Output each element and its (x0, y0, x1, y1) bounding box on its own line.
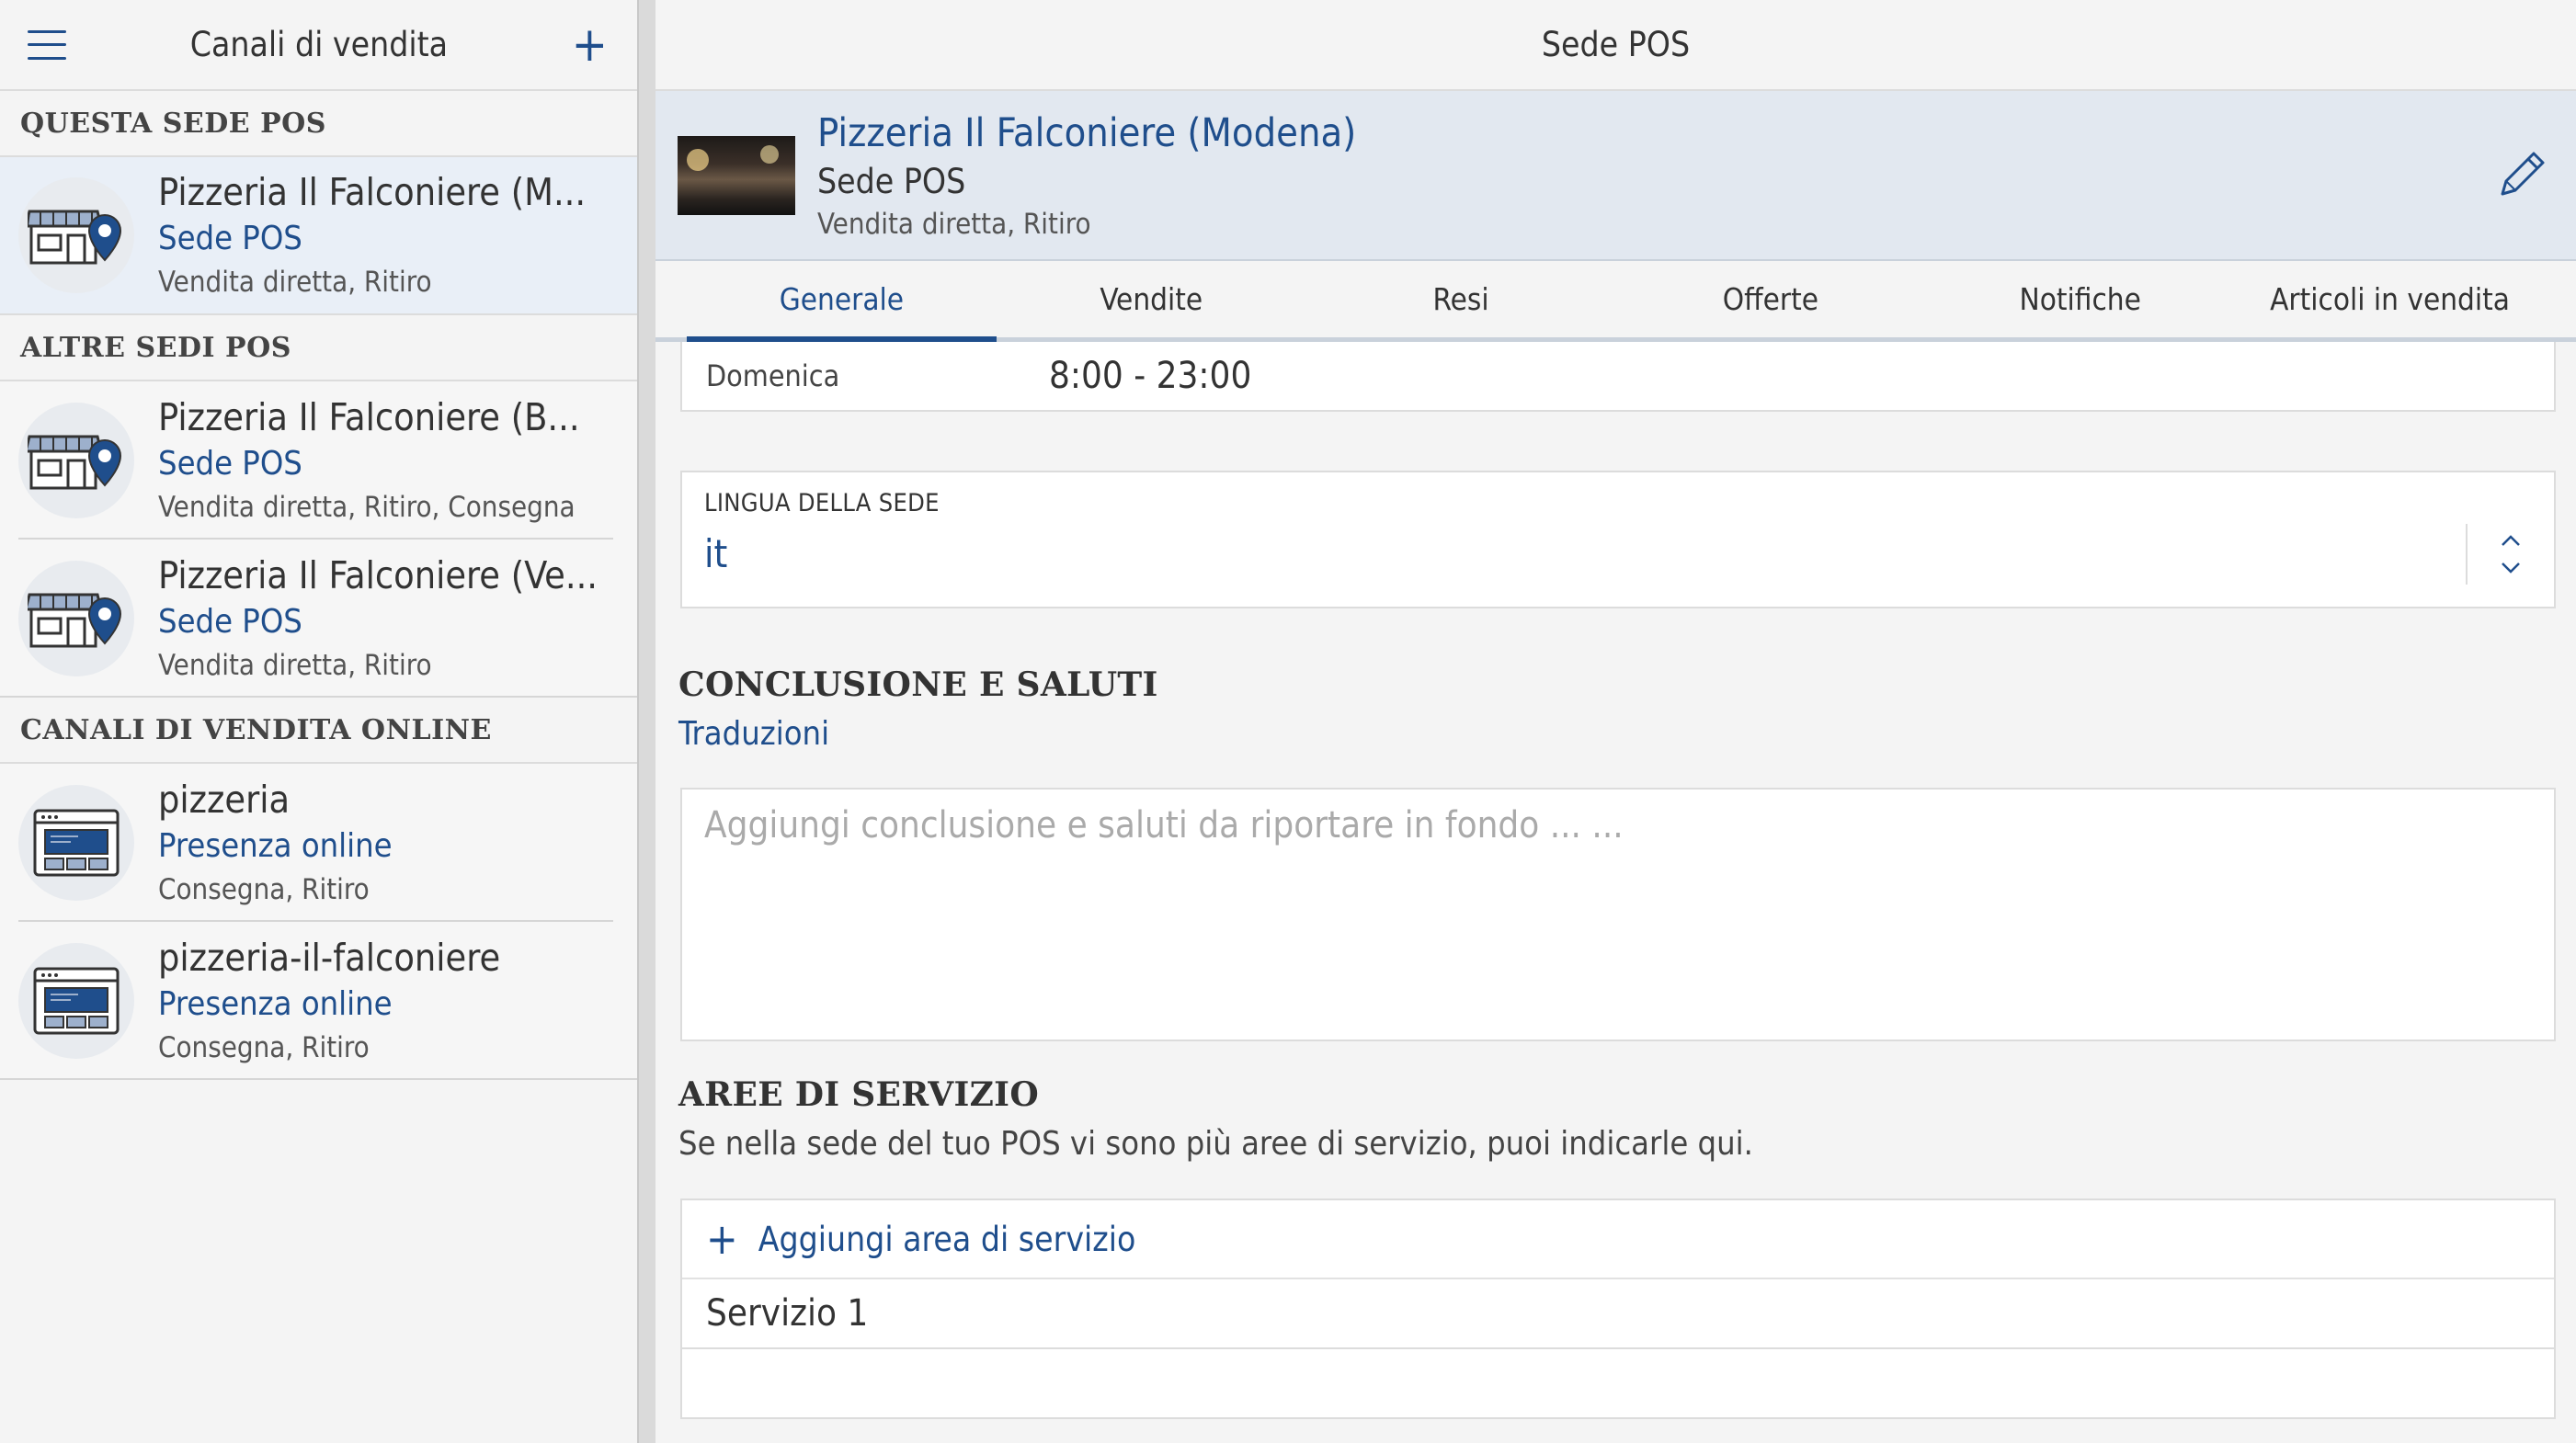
page-title: Sede POS (1541, 25, 1691, 64)
section-label-this-pos: QUESTA SEDE POS (0, 91, 637, 157)
hours-time: 8:00 - 23:00 (1049, 355, 1252, 397)
split-view-divider[interactable] (637, 0, 655, 1443)
website-icon (18, 943, 134, 1059)
sidebar-item-online-pizzeria[interactable]: pizzeria Presenza online Consegna, Ritir… (0, 764, 637, 922)
closing-placeholder: Aggiungi conclusione e saluti da riporta… (704, 804, 1624, 846)
tab-resi[interactable]: Resi (1306, 261, 1616, 337)
item-type: Presenza online (158, 985, 393, 1023)
tab-notifiche[interactable]: Notifiche (1925, 261, 2235, 337)
tab-offerte[interactable]: Offerte (1615, 261, 1925, 337)
item-type: Sede POS (158, 445, 302, 483)
sidebar-title: Canali di vendita (189, 25, 449, 64)
edit-pencil-icon[interactable] (2497, 148, 2548, 203)
store-location-icon (18, 403, 134, 518)
item-name: Pizzeria Il Falconiere (M... (158, 170, 587, 214)
service-areas-description: Se nella sede del tuo POS vi sono più ar… (678, 1125, 1753, 1163)
sidebar-item-pos-b[interactable]: Pizzeria Il Falconiere (B... Sede POS Ve… (0, 381, 637, 540)
tab-vendite[interactable]: Vendite (997, 261, 1306, 337)
add-service-area-button[interactable]: + Aggiungi area di servizio (682, 1200, 2554, 1279)
summary-name: Pizzeria Il Falconiere (Modena) (817, 109, 1357, 156)
item-modes: Consegna, Ritiro (158, 873, 370, 906)
opening-hours-card: Domenica 8:00 - 23:00 (680, 342, 2556, 412)
translations-link[interactable]: Traduzioni (678, 715, 829, 753)
language-label: LINGUA DELLA SEDE (704, 489, 940, 517)
add-channel-icon[interactable]: + (572, 21, 608, 69)
section-label-other-pos: ALTRE SEDI POS (0, 315, 637, 381)
item-type: Sede POS (158, 220, 302, 257)
add-service-area-label: Aggiungi area di servizio (758, 1219, 1136, 1259)
item-modes: Vendita diretta, Ritiro, Consegna (158, 491, 576, 524)
store-location-icon (18, 177, 134, 293)
plus-icon: + (706, 1214, 738, 1264)
summary-type: Sede POS (817, 161, 966, 201)
section-label-online: CANALI DI VENDITA ONLINE (0, 698, 637, 764)
restaurant-thumbnail (678, 135, 795, 215)
main-header: Sede POS (655, 0, 2576, 91)
sidebar-header: Canali di vendita + (0, 0, 637, 91)
opening-hours-row[interactable]: Domenica 8:00 - 23:00 (682, 342, 2554, 410)
summary-modes: Vendita diretta, Ritiro (817, 207, 1091, 241)
pos-summary: Pizzeria Il Falconiere (Modena) Sede POS… (655, 91, 2576, 261)
tab-articoli-in-vendita[interactable]: Articoli in vendita (2235, 261, 2545, 337)
service-areas-list: + Aggiungi area di servizio Servizio 1 (680, 1199, 2556, 1419)
item-name: Pizzeria Il Falconiere (B... (158, 395, 580, 439)
language-select[interactable]: LINGUA DELLA SEDE it (680, 471, 2556, 608)
sidebar-item-pos-ve[interactable]: Pizzeria Il Falconiere (Ve... Sede POS V… (0, 540, 637, 698)
item-name: pizzeria (158, 778, 291, 822)
item-type: Presenza online (158, 827, 393, 865)
menu-icon[interactable] (28, 29, 66, 60)
item-name: pizzeria-il-falconiere (158, 936, 501, 980)
tab-generale[interactable]: Generale (687, 261, 997, 342)
sidebar-item-online-pizzeria-il-falconiere[interactable]: pizzeria-il-falconiere Presenza online C… (0, 922, 637, 1080)
pos-detail-panel: Sede POS Pizzeria Il Falconiere (Modena)… (655, 0, 2576, 1443)
item-modes: Vendita diretta, Ritiro (158, 649, 432, 682)
select-chevrons-icon[interactable] (2466, 524, 2554, 585)
hours-day: Domenica (706, 358, 840, 393)
sidebar-item-pos-modena[interactable]: Pizzeria Il Falconiere (M... Sede POS Ve… (0, 157, 637, 315)
store-location-icon (18, 561, 134, 676)
item-type: Sede POS (158, 603, 302, 641)
item-modes: Vendita diretta, Ritiro (158, 266, 432, 299)
tab-bar: Generale Vendite Resi Offerte Notifiche … (655, 261, 2576, 342)
item-name: Pizzeria Il Falconiere (Ve... (158, 553, 598, 597)
service-areas-title: AREE DI SERVIZIO (678, 1075, 1039, 1114)
sales-channels-sidebar: Canali di vendita + QUESTA SEDE POS Pizz… (0, 0, 637, 1443)
closing-textarea[interactable]: Aggiungi conclusione e saluti da riporta… (680, 788, 2556, 1041)
closing-section-title: CONCLUSIONE E SALUTI (678, 665, 1158, 704)
language-value: it (704, 531, 728, 576)
website-icon (18, 785, 134, 901)
service-area-item[interactable]: Servizio 1 (682, 1279, 2554, 1349)
item-modes: Consegna, Ritiro (158, 1031, 370, 1064)
